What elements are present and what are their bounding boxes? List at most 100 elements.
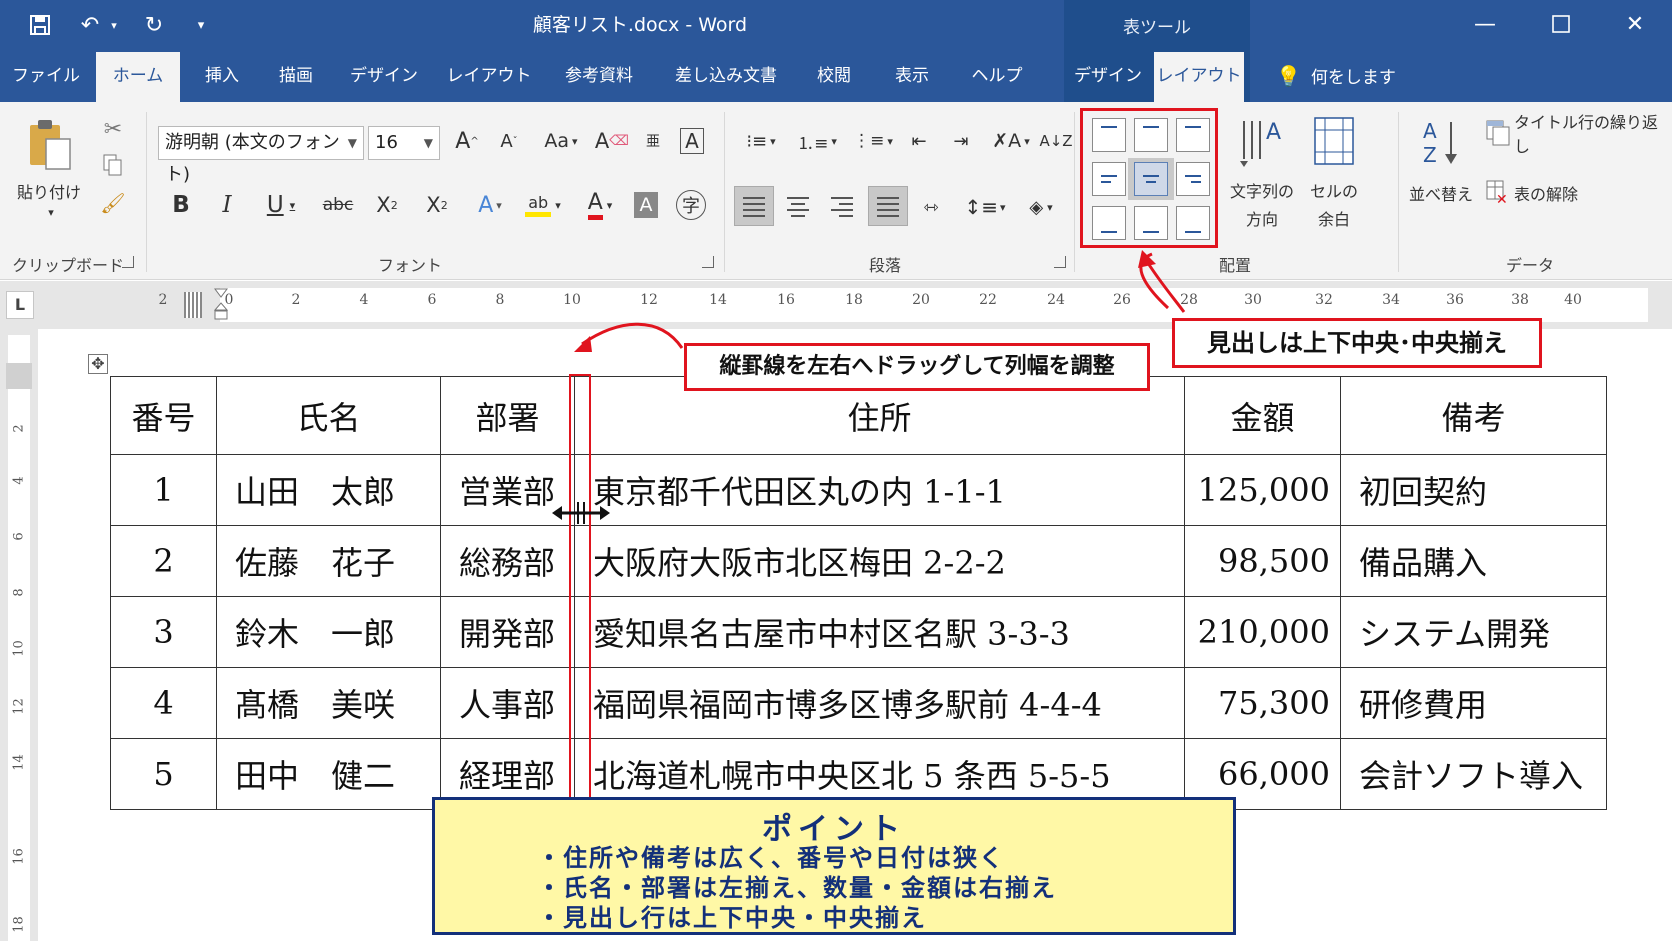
tell-me-box[interactable]: 💡何をしますか <box>1276 52 1406 136</box>
cell-number[interactable]: 5 <box>110 738 217 810</box>
cell-notes[interactable]: 初回契約 <box>1340 454 1607 526</box>
sort-paragraph-icon[interactable]: A↓Z <box>1039 124 1072 158</box>
character-shading-icon[interactable]: A <box>634 192 658 218</box>
maximize-icon[interactable] <box>1526 0 1596 48</box>
cell-number[interactable]: 3 <box>110 596 217 668</box>
vertical-ruler[interactable]: 2 4 6 8 10 12 14 16 18 <box>0 329 38 941</box>
font-name-combo[interactable]: 游明朝 (本文のフォント) ▼ <box>158 126 364 185</box>
tab-review[interactable]: 校閲 <box>806 52 862 102</box>
cell-name[interactable]: 佐藤 花子 <box>216 525 441 597</box>
cell-name[interactable]: 鈴木 一郎 <box>216 596 441 668</box>
tab-home[interactable]: ホーム <box>96 52 180 102</box>
table-move-handle-icon[interactable]: ✥ <box>88 354 108 374</box>
cell-notes[interactable]: 備品購入 <box>1340 525 1607 597</box>
align-top-right-icon[interactable] <box>1176 118 1210 152</box>
clear-formatting-icon[interactable]: A ⌫ <box>595 124 629 158</box>
text-direction-label-2[interactable]: 方向 <box>1226 206 1298 230</box>
align-center-center-icon[interactable] <box>1134 162 1168 196</box>
highlight-color-icon[interactable]: ab ▾ <box>520 188 566 222</box>
strikethrough-icon[interactable]: abc <box>318 188 358 222</box>
column-resize-cursor-icon[interactable] <box>552 502 610 524</box>
column-marker-icon[interactable] <box>184 292 202 318</box>
repeat-header-rows-label[interactable]: タイトル行の繰り返し <box>1514 113 1664 156</box>
align-top-center-icon[interactable] <box>1134 118 1168 152</box>
convert-to-text-label[interactable]: 表の解除 <box>1514 180 1614 206</box>
cell-amount[interactable]: 98,500 <box>1184 525 1341 597</box>
align-justify-button[interactable] <box>734 186 774 226</box>
tab-selector-icon[interactable]: L <box>6 291 34 319</box>
tab-insert[interactable]: 挿入 <box>194 52 250 102</box>
clipboard-launcher-icon[interactable] <box>122 256 134 268</box>
header-cell-department[interactable]: 部署 <box>440 376 575 455</box>
align-center-button[interactable] <box>778 186 818 226</box>
format-painter-icon[interactable]: 🖌 <box>98 188 128 218</box>
cell-name[interactable]: 田中 健二 <box>216 738 441 810</box>
align-center-right-icon[interactable] <box>1176 162 1210 196</box>
tab-mailings[interactable]: 差し込み文書 <box>670 52 782 102</box>
close-icon[interactable]: ✕ <box>1600 0 1670 48</box>
cell-department[interactable]: 総務部 <box>440 525 575 597</box>
shading-icon[interactable]: ◈ ▾ <box>1018 190 1064 224</box>
tab-references[interactable]: 参考資料 <box>556 52 642 102</box>
bold-icon[interactable]: B <box>166 188 196 222</box>
tab-table-layout[interactable]: レイアウト <box>1154 52 1244 102</box>
customer-table[interactable]: 番号 氏名 部署 住所 金額 備考 1 山田 太郎 営業部 東京都千代田区丸の内… <box>110 376 1607 810</box>
paste-icon[interactable] <box>22 116 76 176</box>
cell-margins-label-2[interactable]: 余白 <box>1298 206 1370 230</box>
cell-notes[interactable]: 研修費用 <box>1340 667 1607 739</box>
tab-help[interactable]: ヘルプ <box>964 52 1030 102</box>
cell-notes[interactable]: システム開発 <box>1340 596 1607 668</box>
repeat-header-rows-icon[interactable] <box>1484 118 1512 148</box>
change-case-icon[interactable]: Aa ▾ <box>538 124 584 158</box>
character-border-icon[interactable]: A <box>680 128 704 154</box>
paste-dropdown-icon[interactable]: ▾ <box>44 204 58 220</box>
tab-file[interactable]: ファイル <box>8 52 84 102</box>
cell-amount[interactable]: 125,000 <box>1184 454 1341 526</box>
subscript-icon[interactable]: X2 <box>370 188 404 222</box>
text-direction-icon[interactable]: A <box>1232 112 1292 170</box>
paste-button-label[interactable]: 貼り付け <box>14 178 84 204</box>
tab-draw[interactable]: 描画 <box>268 52 324 102</box>
cell-department[interactable]: 開発部 <box>440 596 575 668</box>
decrease-indent-icon[interactable]: ⇤ <box>904 124 934 158</box>
underline-icon[interactable]: U ▾ <box>258 188 304 222</box>
cell-address[interactable]: 大阪府大阪市北区梅田 2-2-2 <box>574 525 1185 597</box>
sort-button-label[interactable]: 並べ替え <box>1404 180 1478 206</box>
multilevel-list-icon[interactable]: ⋮≡ ▾ <box>850 124 896 158</box>
align-bottom-right-icon[interactable] <box>1176 206 1210 240</box>
tab-layout[interactable]: レイアウト <box>446 52 532 102</box>
increase-indent-icon[interactable]: ⇥ <box>946 124 976 158</box>
font-color-icon[interactable]: A ▾ <box>578 188 622 222</box>
font-size-combo[interactable]: 16 ▼ <box>368 126 440 160</box>
align-center-left-icon[interactable] <box>1092 162 1126 196</box>
asian-layout-icon[interactable]: ✗A ▾ <box>988 124 1034 158</box>
align-bottom-center-icon[interactable] <box>1134 206 1168 240</box>
tab-table-design[interactable]: デザイン <box>1070 52 1146 102</box>
cell-margins-icon[interactable] <box>1304 112 1364 170</box>
cell-address[interactable]: 福岡県福岡市博多区博多駅前 4-4-4 <box>574 667 1185 739</box>
enclosed-characters-icon[interactable]: 字 <box>676 190 706 220</box>
cell-number[interactable]: 1 <box>110 454 217 526</box>
cell-number[interactable]: 2 <box>110 525 217 597</box>
cell-margins-label-1[interactable]: セルの <box>1298 178 1370 202</box>
align-bottom-left-icon[interactable] <box>1092 206 1126 240</box>
convert-to-text-icon[interactable]: ✕ <box>1484 178 1512 208</box>
cell-address[interactable]: 東京都千代田区丸の内 1-1-1 <box>574 454 1185 526</box>
cell-amount[interactable]: 210,000 <box>1184 596 1341 668</box>
shrink-font-icon[interactable]: Aˇ <box>494 124 524 158</box>
tab-view[interactable]: 表示 <box>884 52 940 102</box>
bullets-icon[interactable]: ⁝≡ ▾ <box>738 124 784 158</box>
distributed-button[interactable] <box>868 186 908 226</box>
cut-icon[interactable]: ✂ <box>98 114 128 144</box>
font-size-dropdown-icon[interactable]: ▼ <box>424 127 433 159</box>
cell-name[interactable]: 山田 太郎 <box>216 454 441 526</box>
cell-address[interactable]: 愛知県名古屋市中村区名駅 3-3-3 <box>574 596 1185 668</box>
sort-icon[interactable]: AZ <box>1416 114 1466 170</box>
vertical-ruler-marker[interactable] <box>6 363 32 389</box>
copy-icon[interactable] <box>98 150 128 180</box>
phonetic-guide-icon[interactable]: 亜 <box>638 124 668 158</box>
font-name-dropdown-icon[interactable]: ▼ <box>348 127 357 159</box>
align-top-left-icon[interactable] <box>1092 118 1126 152</box>
superscript-icon[interactable]: X2 <box>420 188 454 222</box>
cell-amount[interactable]: 75,300 <box>1184 667 1341 739</box>
